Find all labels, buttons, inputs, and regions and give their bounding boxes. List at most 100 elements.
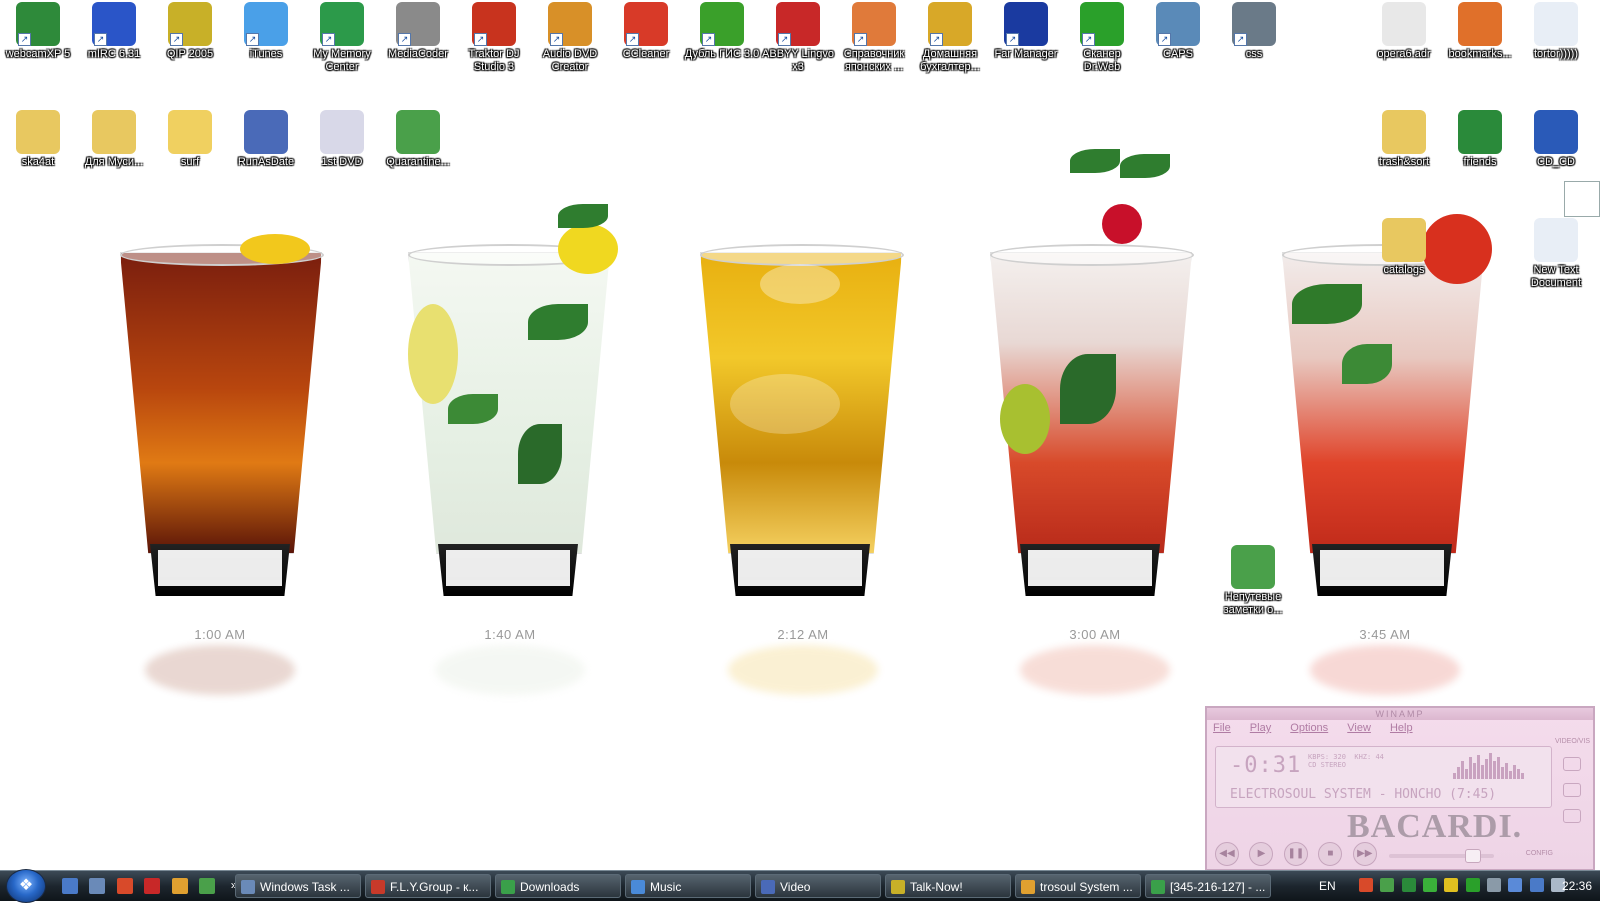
shortcut-arrow-icon: ↗ <box>322 33 335 46</box>
shortcut-arrow-icon: ↗ <box>474 33 487 46</box>
home-accounting-icon: ↗ <box>928 2 972 46</box>
winamp-config-button[interactable]: CONFIG <box>1526 850 1553 857</box>
utorrent-icon <box>1231 545 1275 589</box>
desktop-icon[interactable]: CD_CD <box>1518 110 1594 169</box>
winamp-track-title[interactable]: ELECTROSOUL SYSTEM - HONCHO (7:45) <box>1230 787 1496 802</box>
utorrent-icon <box>396 110 440 154</box>
desktop-icon[interactable]: RunAsDate <box>228 110 304 169</box>
excel-icon <box>1458 110 1502 154</box>
taskbar-button[interactable]: Windows Task ... <box>235 874 361 898</box>
utorrent-icon[interactable] <box>199 877 216 894</box>
winamp-side-button[interactable] <box>1563 783 1581 797</box>
network-icon[interactable] <box>1529 878 1544 892</box>
tray-app-icon[interactable] <box>1487 878 1502 892</box>
desktop-icon[interactable]: ↗ css <box>1216 2 1292 61</box>
desktop-icon[interactable]: opera6.adr <box>1366 2 1442 61</box>
winamp-menu-play[interactable]: Play <box>1250 722 1271 734</box>
desktop-icon[interactable]: Непутевые заметки о... <box>1215 545 1291 617</box>
desktop-icon[interactable]: ↗ CCleaner <box>608 2 684 61</box>
winamp-menu-file[interactable]: File <box>1213 722 1231 734</box>
taskbar-button[interactable]: trosoul System ... <box>1015 874 1141 898</box>
desktop-icon[interactable]: ↗ My Memory Center <box>304 2 380 74</box>
clock[interactable]: 22:36 <box>1562 871 1592 901</box>
taskbar-button[interactable]: [345-216-127] - ... <box>1145 874 1271 898</box>
winamp-bitrate: KBPS: 320 KHZ: 44 CD STEREO <box>1308 753 1384 769</box>
desktop-icon[interactable]: friends <box>1442 110 1518 169</box>
glass-reflection <box>435 645 585 695</box>
bacardi-logo: BACARDI. <box>1347 808 1523 845</box>
start-button[interactable]: ❖ <box>6 869 46 903</box>
desktop-icon[interactable]: tortor))))) <box>1518 2 1594 61</box>
desktop-icon[interactable]: ↗ ABBYY Lingvo x3 <box>760 2 836 74</box>
volume-knob[interactable] <box>1465 849 1481 863</box>
tray-app-icon[interactable] <box>1465 878 1480 892</box>
winamp-kbps-value: 320 <box>1333 753 1346 761</box>
desktop-icon[interactable]: ska4at <box>0 110 76 169</box>
stop-icon[interactable]: ■ <box>1318 842 1343 866</box>
desktop-icon[interactable]: trash&sort <box>1366 110 1442 169</box>
taskbar-button[interactable]: F.L.Y.Group - к... <box>365 874 491 898</box>
desktop-icon[interactable]: ↗ webcamXP 5 <box>0 2 76 61</box>
desktop-icon[interactable]: bookmarks... <box>1442 2 1518 61</box>
tray-app-icon[interactable] <box>1401 878 1416 892</box>
show-desktop-icon[interactable] <box>62 877 78 894</box>
taskbar-button[interactable]: Music <box>625 874 751 898</box>
winamp-titlebar[interactable]: WINAMP <box>1207 708 1593 720</box>
switch-windows-icon[interactable] <box>89 877 106 894</box>
shortcut-arrow-icon: ↗ <box>94 33 107 46</box>
winamp-side-panel: VIDEO/VIS <box>1555 738 1590 823</box>
desktop-icon[interactable]: ↗ QIP 2005 <box>152 2 228 61</box>
tray-app-icon[interactable] <box>1423 878 1438 892</box>
desktop-icon[interactable]: ↗ CAPS <box>1140 2 1216 61</box>
desktop-icon[interactable]: ↗ Far Manager <box>988 2 1064 61</box>
desktop-icon[interactable]: ↗ Дубль ГИС 3.0 <box>684 2 760 61</box>
wallpaper-time-2: 1:40 AM <box>484 627 536 642</box>
winamp-menu-help[interactable]: Help <box>1390 722 1413 734</box>
winamp-menu-view[interactable]: View <box>1347 722 1371 734</box>
winamp-window[interactable]: WINAMP File Play Options View Help -0:31… <box>1205 706 1595 871</box>
taskbar-button[interactable]: Downloads <box>495 874 621 898</box>
desktop-icon[interactable]: surf <box>152 110 228 169</box>
taskbar-button-label: Music <box>650 880 682 894</box>
desktop-icon[interactable]: Quarantine... <box>380 110 456 169</box>
shortcut-arrow-icon: ↗ <box>778 33 791 46</box>
winamp-side-button[interactable] <box>1563 809 1581 823</box>
tray-app-icon[interactable] <box>1380 878 1395 892</box>
winamp-side-button[interactable] <box>1563 757 1581 771</box>
winamp-timer[interactable]: -0:31 <box>1230 753 1301 778</box>
blank-tile[interactable] <box>1564 181 1600 217</box>
tray-app-icon[interactable] <box>1444 878 1459 892</box>
pause-icon[interactable]: ❚❚ <box>1283 842 1308 866</box>
desktop-icon[interactable]: ↗ mIRC 6.31 <box>76 2 152 61</box>
shortcut-arrow-icon: ↗ <box>1234 33 1247 46</box>
desktop-icon[interactable]: ↗ Traktor DJ Studio 3 <box>456 2 532 74</box>
taskbar-button[interactable]: Video <box>755 874 881 898</box>
desktop-icon[interactable]: ↗ Справочник японских ... <box>836 2 912 74</box>
taskbar-app-icon <box>631 880 645 894</box>
language-indicator[interactable]: EN <box>1319 871 1336 901</box>
taskbar-button-label: Downloads <box>520 880 580 894</box>
tray-app-icon[interactable] <box>1508 878 1523 892</box>
quicklaunch-app-icon[interactable] <box>116 877 133 894</box>
quicklaunch-app-icon[interactable] <box>171 877 188 894</box>
desktop-icon-label: CAPS <box>1163 48 1193 60</box>
desktop-icon[interactable]: ↗ Сканер Dr.Web <box>1064 2 1140 74</box>
tray-app-icon[interactable] <box>1359 878 1373 892</box>
shortcut-arrow-icon: ↗ <box>550 33 563 46</box>
previous-icon[interactable]: ◀◀ <box>1215 842 1239 866</box>
desktop-icon[interactable]: ↗ Домашняя бухгалтер... <box>912 2 988 74</box>
next-icon[interactable]: ▶▶ <box>1352 842 1377 866</box>
taskbar-button[interactable]: Talk-Now! <box>885 874 1011 898</box>
desktop-icon[interactable]: New Text Document <box>1518 218 1594 290</box>
quicklaunch-app-icon[interactable] <box>144 877 161 894</box>
desktop-icon[interactable]: catalogs <box>1366 218 1442 277</box>
desktop-icon[interactable]: ↗ iTunes <box>228 2 304 61</box>
play-icon[interactable]: ▶ <box>1249 842 1274 866</box>
desktop-icon[interactable]: 1st DVD <box>304 110 380 169</box>
winamp-menu-options[interactable]: Options <box>1290 722 1328 734</box>
desktop-icon[interactable]: ↗ Audio DVD Creator <box>532 2 608 74</box>
desktop-icon-label: Traktor DJ Studio 3 <box>468 48 520 73</box>
desktop-icon[interactable]: ↗ MediaCoder <box>380 2 456 61</box>
desktop-icon[interactable]: Для Муси... <box>76 110 152 169</box>
winamp-visualizer[interactable] <box>1453 753 1543 781</box>
